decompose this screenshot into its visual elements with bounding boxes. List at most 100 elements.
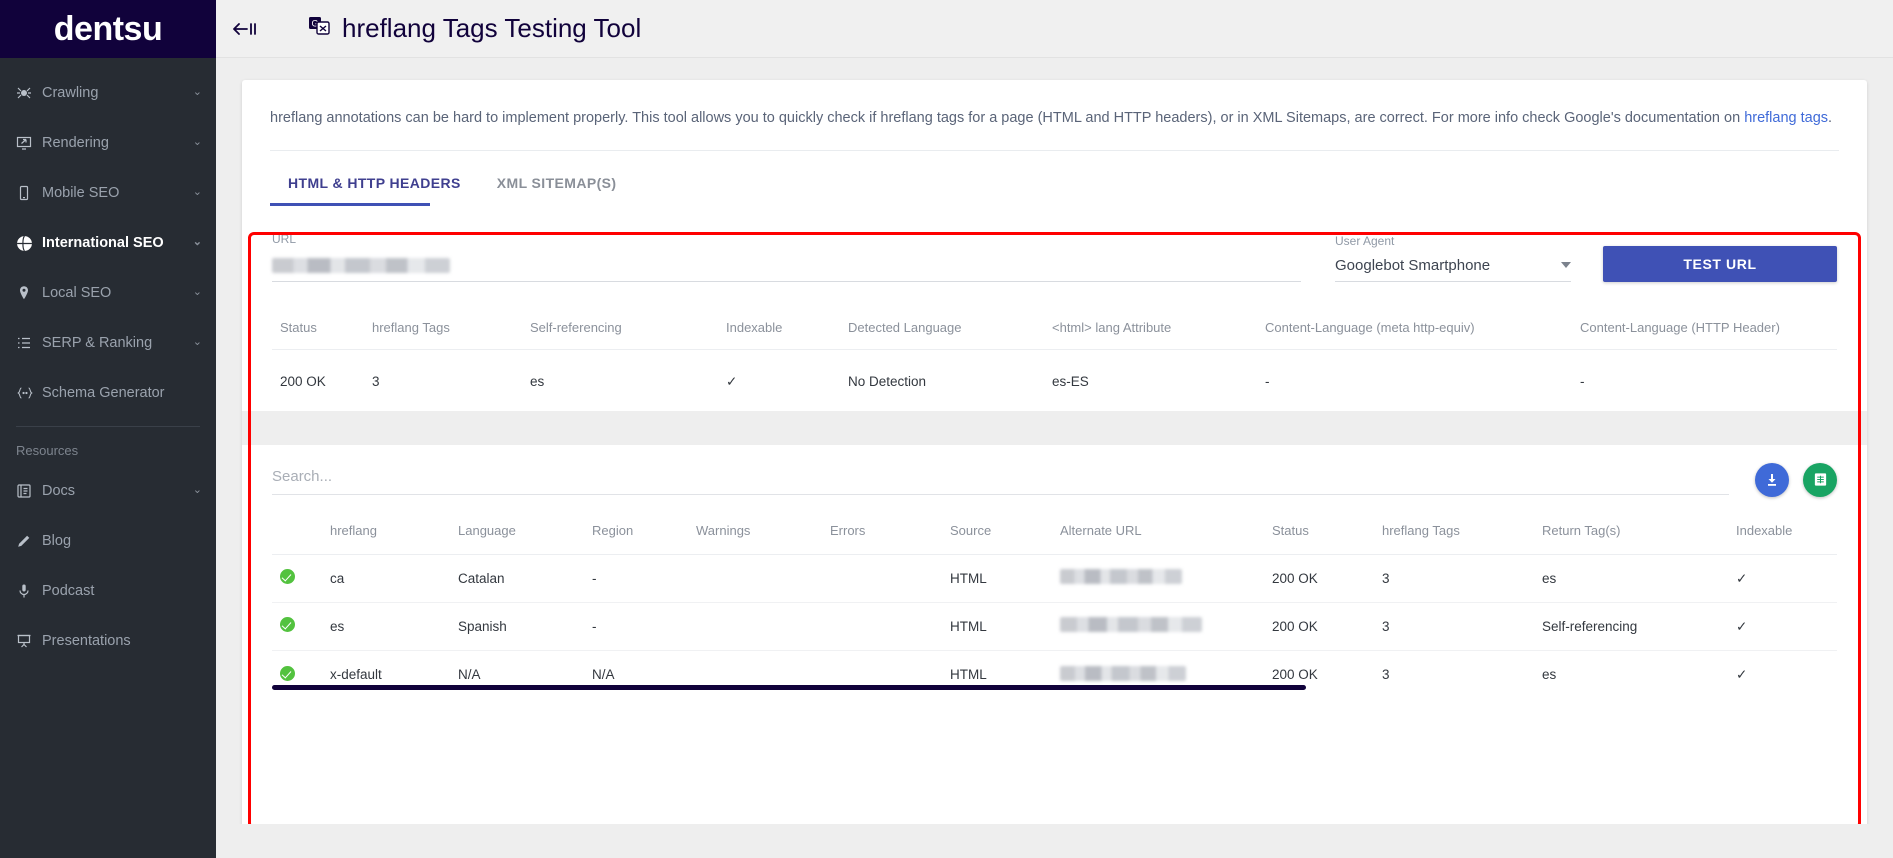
sidebar-nav: Crawling ⌄ Rendering ⌄ Mobile SEO ⌄ Inte… <box>0 58 216 858</box>
chevron-down-icon: ⌄ <box>192 285 202 298</box>
sidebar-item-podcast[interactable]: Podcast <box>0 566 216 616</box>
tool-description: hreflang annotations can be hard to impl… <box>242 80 1867 130</box>
table-row: x-default N/A N/A HTML 200 OK 3 es ✓ <box>272 650 1837 698</box>
sidebar-item-label: Schema Generator <box>42 385 165 401</box>
cell-alternate-url <box>1052 602 1264 651</box>
user-agent-label: User Agent <box>1335 233 1395 248</box>
phone-icon <box>16 185 42 201</box>
sidebar-item-label: Local SEO <box>42 285 112 301</box>
cell-language: Catalan <box>450 554 584 603</box>
chevron-down-icon: ⌄ <box>192 483 202 496</box>
cell-hreflang: ca <box>322 554 450 603</box>
page-header: G hreflang Tags Testing Tool <box>272 13 641 44</box>
sidebar-item-serp-ranking[interactable]: SERP & Ranking ⌄ <box>0 318 216 368</box>
sidebar-item-label: Crawling <box>42 85 99 101</box>
sidebar-item-mobile-seo[interactable]: Mobile SEO ⌄ <box>0 168 216 218</box>
user-agent-value: Googlebot Smartphone <box>1335 256 1491 274</box>
brand-logo[interactable]: dentsu <box>0 0 216 58</box>
sidebar-item-label: SERP & Ranking <box>42 335 153 351</box>
search-input[interactable] <box>272 464 1729 496</box>
col-status: Status <box>272 319 364 350</box>
sidebar-item-crawling[interactable]: Crawling ⌄ <box>0 68 216 118</box>
cell-self-referencing: es <box>530 373 545 389</box>
sidebar-item-label: Presentations <box>42 633 131 649</box>
description-text-after: . <box>1828 110 1833 126</box>
horizontal-scrollbar[interactable] <box>272 685 1306 691</box>
user-agent-select[interactable]: Googlebot Smartphone <box>1335 255 1571 282</box>
tool-card: hreflang annotations can be hard to impl… <box>242 80 1867 824</box>
topbar: G hreflang Tags Testing Tool <box>216 0 1893 58</box>
summary-table-header-row: Status hreflang Tags Self-referencing In… <box>272 319 1837 350</box>
sidebar-item-label: Mobile SEO <box>42 185 120 201</box>
summary-table: Status hreflang Tags Self-referencing In… <box>272 319 1837 411</box>
cell-warnings <box>688 650 822 698</box>
collapse-sidebar-icon[interactable] <box>216 0 272 58</box>
check-circle-icon <box>280 569 295 585</box>
alternate-url-redacted <box>1060 569 1182 585</box>
microphone-icon <box>16 583 42 599</box>
sidebar: dentsu Crawling ⌄ Rendering ⌄ Mobile SEO… <box>0 0 216 858</box>
cell-source: HTML <box>950 667 987 682</box>
cell-source: HTML <box>942 554 1052 603</box>
sidebar-item-label: Podcast <box>42 583 95 599</box>
tab-xml-sitemaps[interactable]: XML SITEMAP(S) <box>479 159 635 206</box>
hreflang-tags-link[interactable]: hreflang tags <box>1744 110 1828 126</box>
tab-html-http-headers[interactable]: HTML & HTTP HEADERS <box>270 159 479 206</box>
sidebar-item-label: International SEO <box>42 235 164 251</box>
cell-indexable: ✓ <box>1736 666 1748 682</box>
sidebar-item-rendering[interactable]: Rendering ⌄ <box>0 118 216 168</box>
col-ok <box>272 522 322 555</box>
cell-status: 200 OK <box>1264 602 1374 651</box>
google-sheets-icon[interactable] <box>1803 462 1837 497</box>
cell-indexable: ✓ <box>1728 602 1837 651</box>
col-warnings: Warnings <box>688 522 822 555</box>
translate-icon: G <box>308 15 330 42</box>
main-area: G hreflang Tags Testing Tool hreflang an… <box>216 0 1893 858</box>
sidebar-item-blog[interactable]: Blog <box>0 516 216 566</box>
test-url-button[interactable]: TEST URL <box>1603 245 1837 282</box>
sidebar-item-label: Rendering <box>42 135 109 151</box>
sidebar-item-docs[interactable]: Docs ⌄ <box>0 466 216 516</box>
chevron-down-icon: ⌄ <box>192 235 202 248</box>
chevron-down-icon: ⌄ <box>192 335 202 348</box>
url-field-group: URL <box>272 232 1301 282</box>
cell-errors <box>822 650 942 698</box>
sidebar-item-schema-generator[interactable]: Schema Generator <box>0 368 216 418</box>
cell-alternate-url <box>1052 650 1264 698</box>
download-icon[interactable] <box>1755 462 1789 497</box>
sidebar-item-presentations[interactable]: Presentations <box>0 616 216 666</box>
cell-language: Spanish <box>450 602 584 651</box>
sidebar-category-resources: Resources <box>16 443 79 458</box>
cell-indexable: ✓ <box>1728 554 1837 603</box>
cell-status: 200 OK <box>280 373 326 389</box>
monitor-icon <box>16 135 42 151</box>
cell-hreflang-tags: 3 <box>1374 554 1534 603</box>
col-errors: Errors <box>822 522 942 555</box>
search-row <box>272 462 1837 497</box>
cell-errors <box>822 554 942 603</box>
col-content-language-meta: Content-Language (meta http-equiv) <box>1257 319 1572 350</box>
content-area: hreflang annotations can be hard to impl… <box>216 58 1893 824</box>
check-circle-icon <box>280 617 295 633</box>
col-detected-language: Detected Language <box>840 319 1044 350</box>
sidebar-item-international-seo[interactable]: International SEO ⌄ <box>0 218 216 268</box>
cell-hreflang: es <box>322 602 450 651</box>
alternate-url-redacted <box>1060 617 1202 633</box>
col-self-referencing: Self-referencing <box>522 319 718 350</box>
details-table-header-row: hreflang Language Region Warnings Errors… <box>272 522 1837 555</box>
cell-status: 200 OK <box>1264 554 1374 603</box>
sidebar-item-local-seo[interactable]: Local SEO ⌄ <box>0 268 216 318</box>
details-panel: hreflang Language Region Warnings Errors… <box>242 445 1867 699</box>
cell-content-language-meta: - <box>1265 373 1270 389</box>
user-agent-field-group: User Agent Googlebot Smartphone <box>1335 234 1571 282</box>
pin-icon <box>16 285 42 301</box>
cell-source: HTML <box>942 602 1052 651</box>
cell-region: - <box>584 602 688 651</box>
col-indexable: Indexable <box>718 319 840 350</box>
table-row: ca Catalan - HTML 200 OK 3 es ✓ <box>272 554 1837 603</box>
col-language: Language <box>450 522 584 555</box>
check-circle-icon <box>280 665 295 681</box>
col-hreflang: hreflang <box>322 522 450 555</box>
list-icon <box>16 335 42 351</box>
chevron-down-icon: ⌄ <box>192 135 202 148</box>
